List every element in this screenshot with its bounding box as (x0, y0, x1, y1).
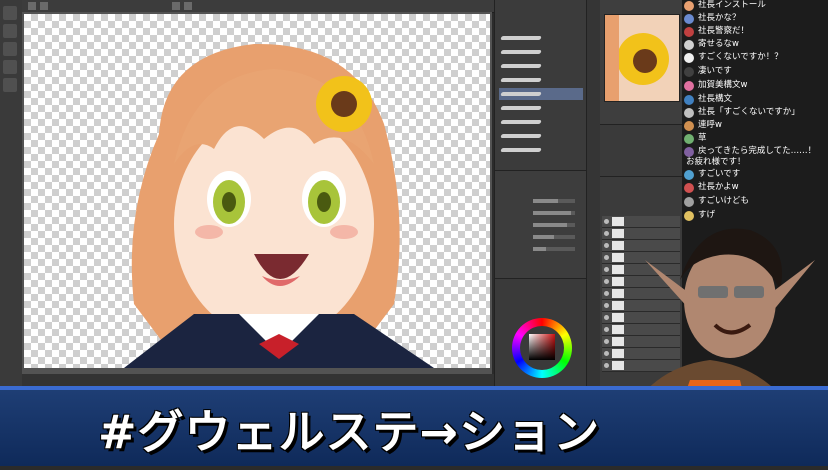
brush-item[interactable] (499, 74, 583, 86)
layer-property-panel (600, 124, 682, 177)
chat-text: 加賀美構文w (698, 80, 748, 90)
brush-item[interactable] (499, 116, 583, 128)
avatar (684, 134, 694, 144)
chat-message: 社長警察だ！ (682, 26, 828, 38)
chat-text: 凄いです (698, 66, 732, 76)
pen-tool-icon[interactable] (3, 60, 17, 74)
blend-slider[interactable] (499, 233, 583, 241)
select-tool-icon[interactable] (3, 42, 17, 56)
navigator-thumbnail[interactable] (604, 14, 680, 102)
chat-text: 社長「すごくないですか」 (698, 107, 800, 117)
chat-text: 社長インストール (698, 0, 766, 10)
chat-message: 社長かよw (682, 182, 828, 194)
avatar (684, 27, 694, 37)
chat-message: すごいです (682, 169, 828, 181)
chat-message: 社長「すごくないですか」 (682, 107, 828, 119)
drawing-canvas[interactable] (24, 14, 490, 368)
chat-text: すごくないですか！？ (698, 52, 783, 62)
chat-text: 寄せるなw (698, 39, 739, 49)
chat-message: お疲れ様です！ (682, 157, 828, 169)
snap-icon[interactable] (172, 2, 180, 10)
chat-message: 社長構文 (682, 94, 828, 106)
avatar (684, 14, 694, 24)
canvas-status-bar (22, 374, 494, 386)
chat-message: 社長インストール (682, 0, 828, 12)
brush-item[interactable] (499, 60, 583, 72)
avatar (684, 170, 694, 180)
avatar (684, 147, 694, 157)
avatar (684, 183, 694, 193)
avatar (684, 40, 694, 50)
brush-item[interactable] (499, 144, 583, 156)
chat-message: 寄せるなw (682, 39, 828, 51)
character-illustration (124, 43, 434, 368)
avatar (684, 81, 694, 91)
color-square[interactable] (529, 334, 555, 360)
avatar (684, 53, 694, 63)
move-tool-icon[interactable] (3, 6, 17, 20)
chat-text: 連呼w (698, 120, 722, 130)
redo-icon[interactable] (40, 2, 48, 10)
chat-text: 草 (698, 133, 707, 143)
brush-item[interactable] (499, 46, 583, 58)
tool-property-panel (494, 170, 587, 279)
avatar (684, 67, 694, 77)
density-slider[interactable] (499, 221, 583, 229)
chat-message: 社長かな？ (682, 13, 828, 25)
brush-item-selected[interactable] (499, 88, 583, 100)
chat-message: すごくないですか！？ (682, 52, 828, 64)
stabilizer-slider[interactable] (499, 245, 583, 253)
chat-text: 社長かな？ (698, 13, 741, 23)
banner-title: #グウェルステ→ション (98, 405, 601, 459)
navigator-preview (605, 15, 669, 101)
opacity-slider[interactable] (499, 209, 583, 217)
brush-item[interactable] (499, 32, 583, 44)
chat-message: 連呼w (682, 120, 828, 132)
brush-item[interactable] (499, 102, 583, 114)
chat-text: 戻ってきたら完成してた……！ (698, 146, 817, 156)
ruler-icon[interactable] (184, 2, 192, 10)
chat-text: 社長警察だ！ (698, 26, 750, 36)
chat-text: 社長かよw (698, 182, 739, 192)
chat-message: 凄いです (682, 66, 828, 78)
chat-message: 草 (682, 133, 828, 145)
brush-item[interactable] (499, 130, 583, 142)
chat-text: すごいです (698, 169, 741, 179)
brush-size-slider[interactable] (499, 197, 583, 205)
avatar (684, 121, 694, 131)
brush-panel (494, 0, 587, 170)
avatar (684, 95, 694, 105)
banner-stripe (0, 386, 828, 390)
avatar (684, 108, 694, 118)
chat-text: 社長構文 (698, 94, 733, 104)
chat-message: 加賀美構文w (682, 80, 828, 92)
undo-icon[interactable] (28, 2, 36, 10)
tool-strip (0, 0, 23, 386)
chat-text: お疲れ様です！ (686, 157, 746, 167)
avatar (684, 1, 694, 11)
eraser-tool-icon[interactable] (3, 78, 17, 92)
zoom-tool-icon[interactable] (3, 24, 17, 38)
